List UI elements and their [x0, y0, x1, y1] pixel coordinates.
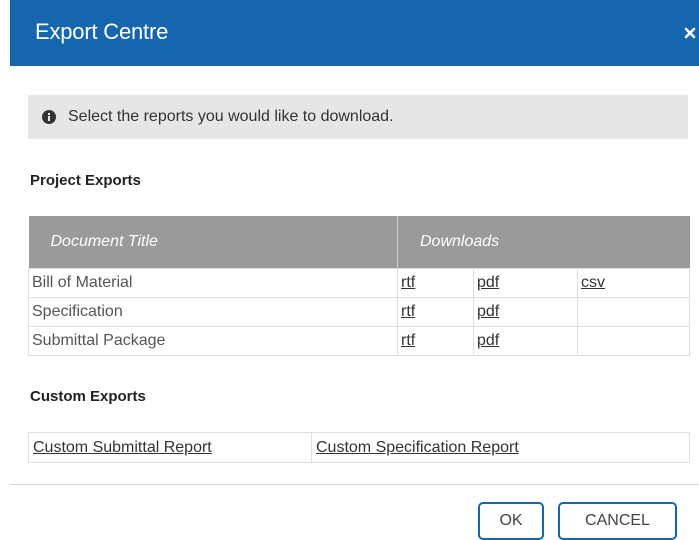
rtf-download-link[interactable]: rtf	[401, 303, 415, 320]
info-message: Select the reports you would like to dow…	[68, 108, 394, 125]
table-row: Custom Submittal Report Custom Specifica…	[28, 432, 690, 463]
rtf-cell: rtf	[397, 296, 474, 327]
custom-exports-heading: Custom Exports	[30, 388, 146, 405]
export-centre-dialog: Export Centre Select the reports you wou…	[0, 0, 699, 540]
pdf-cell: pdf	[473, 325, 578, 356]
document-title-cell: Submittal Package	[28, 325, 398, 356]
custom-specification-report-link[interactable]: Custom Specification Report	[316, 439, 519, 456]
close-icon[interactable]	[683, 26, 697, 40]
table-row: Submittal Package rtf pdf	[28, 325, 691, 356]
csv-download-link[interactable]: csv	[581, 274, 605, 291]
rtf-cell: rtf	[397, 267, 474, 298]
document-title-cell: Specification	[28, 296, 398, 327]
pdf-cell: pdf	[473, 296, 578, 327]
custom-submittal-report-link[interactable]: Custom Submittal Report	[33, 439, 212, 456]
document-title-cell: Bill of Material	[28, 267, 398, 298]
pdf-download-link[interactable]: pdf	[477, 274, 499, 291]
csv-cell	[576, 325, 691, 356]
dialog-title: Export Centre	[35, 19, 169, 44]
project-exports-heading: Project Exports	[30, 172, 141, 189]
table-row: Specification rtf pdf	[28, 296, 691, 327]
cancel-button[interactable]: CANCEL	[558, 502, 677, 540]
project-exports-table: Document Title Downloads Bill of Materia…	[28, 216, 691, 356]
rtf-download-link[interactable]: rtf	[401, 274, 415, 291]
custom-exports-table: Custom Submittal Report Custom Specifica…	[28, 432, 690, 463]
custom-export-cell: Custom Specification Report	[311, 432, 690, 463]
csv-cell	[576, 296, 691, 327]
ok-button[interactable]: OK	[478, 502, 544, 540]
pdf-download-link[interactable]: pdf	[477, 303, 499, 320]
table-row: Bill of Material rtf pdf csv	[28, 267, 691, 298]
info-icon	[42, 110, 56, 124]
rtf-download-link[interactable]: rtf	[401, 332, 415, 349]
column-header-document-title: Document Title	[28, 216, 398, 268]
pdf-download-link[interactable]: pdf	[477, 332, 499, 349]
rtf-cell: rtf	[397, 325, 474, 356]
info-banner: Select the reports you would like to dow…	[28, 95, 688, 139]
csv-cell: csv	[576, 267, 691, 298]
pdf-cell: pdf	[473, 267, 578, 298]
column-header-downloads: Downloads	[397, 216, 690, 268]
footer-divider	[10, 484, 699, 485]
custom-export-cell: Custom Submittal Report	[28, 432, 312, 463]
dialog-header: Export Centre	[10, 0, 699, 66]
table-header-row: Document Title Downloads	[28, 216, 690, 268]
